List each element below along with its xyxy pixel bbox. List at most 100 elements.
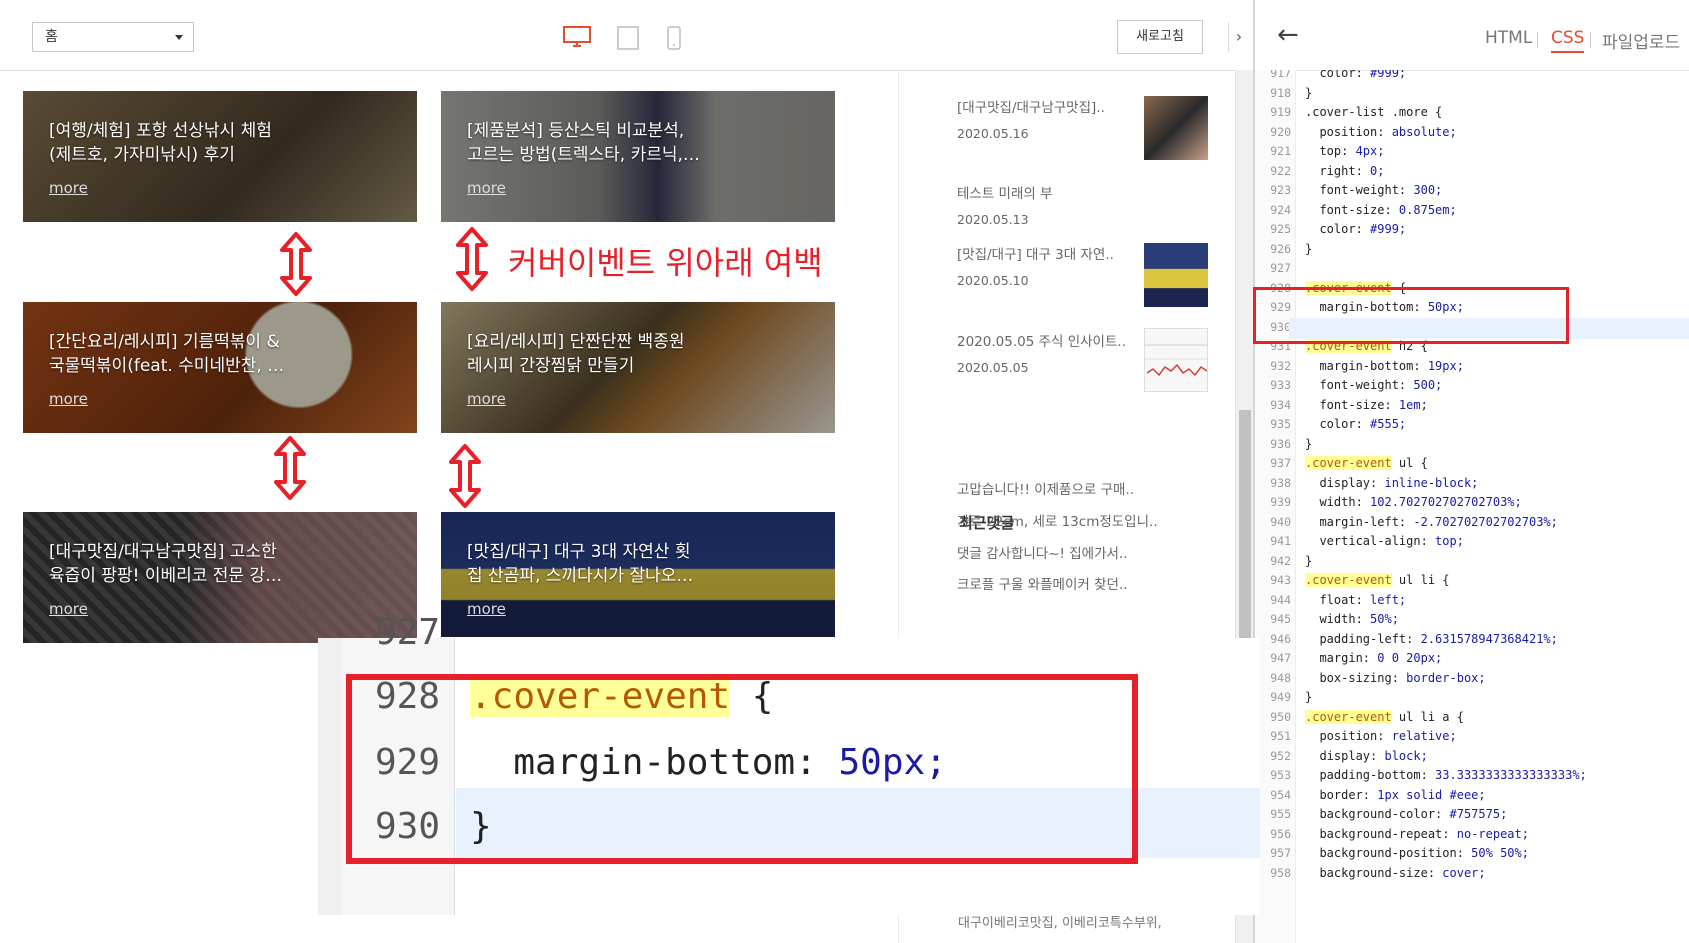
comment-item[interactable]: 크로플 구울 와플메이커 찾던.. — [957, 573, 1128, 593]
code-line[interactable]: position: relative; — [1305, 729, 1456, 743]
code-line[interactable]: background-color: #757575; — [1305, 807, 1507, 821]
cover-event-card[interactable]: [제품분석] 등산스틱 비교분석, 고르는 방법(트렉스타, 카르닉,… more — [441, 91, 835, 222]
line-number: 922 — [1270, 163, 1291, 178]
zoom-line-number: 927 — [374, 612, 440, 653]
line-number: 947 — [1270, 651, 1291, 665]
line-number: 953 — [1270, 768, 1291, 782]
code-line[interactable]: color: #999; — [1305, 222, 1406, 236]
card-title: [요리/레시피] 단짠단짠 백종원 레시피 간장찜닭 만들기 — [467, 332, 685, 376]
post-thumbnail[interactable] — [1144, 328, 1208, 392]
card-more-link[interactable]: more — [49, 179, 88, 197]
code-line[interactable]: .cover-list .more { — [1305, 105, 1442, 119]
line-number: 919 — [1270, 105, 1291, 119]
line-number: 917 — [1270, 70, 1291, 80]
code-line[interactable]: .cover-event ul li { — [1305, 573, 1450, 587]
post-thumbnail[interactable] — [1144, 243, 1208, 307]
code-line[interactable]: box-sizing: border-box; — [1305, 671, 1485, 685]
card-title: [간단요리/레시피] 기름떡볶이 & 국물떡볶이(feat. 수미네반찬, … — [49, 332, 285, 376]
card-more-link[interactable]: more — [467, 600, 506, 618]
desktop-view-icon[interactable] — [563, 26, 591, 52]
code-line[interactable]: background-size: cover; — [1305, 866, 1485, 880]
line-number: 933 — [1270, 378, 1291, 392]
code-line[interactable]: margin-bottom: 19px; — [1305, 359, 1464, 373]
code-line[interactable]: } — [1305, 554, 1312, 568]
code-line[interactable]: right: 0; — [1305, 164, 1384, 178]
line-number: 949 — [1270, 690, 1291, 704]
code-line[interactable]: width: 102.702702702702703%; — [1305, 495, 1521, 509]
card-more-link[interactable]: more — [49, 600, 88, 618]
highlight-box-small — [1253, 287, 1569, 344]
line-number: 940 — [1270, 514, 1291, 529]
card-more-link[interactable]: more — [49, 390, 88, 408]
cover-event-card[interactable]: [맛집/대구] 대구 3대 자연산 횟집 산곰파, 스끼다시가 잘나오… mor… — [441, 512, 835, 637]
page-select-value: 홈 — [45, 29, 58, 45]
card-title: [대구맛집/대구남구맛집] 고소한 육즙이 팡팡! 이베리코 전문 강… — [49, 542, 283, 586]
code-line[interactable]: } — [1305, 437, 1312, 451]
code-line[interactable]: border: 1px solid #eee; — [1305, 788, 1485, 802]
code-line[interactable]: float: left; — [1305, 593, 1406, 607]
code-line[interactable]: font-size: 0.875em; — [1305, 203, 1456, 217]
cover-event-card[interactable]: [여행/체험] 포항 선상낚시 체험 (제트호, 가자미낚시) 후기 more — [23, 91, 417, 222]
line-number: 956 — [1270, 826, 1291, 841]
comment-item[interactable]: 가로 22cm, 세로 13cm정도입니.. — [957, 510, 1158, 530]
line-number: 945 — [1270, 612, 1291, 626]
code-line[interactable]: display: block; — [1305, 749, 1427, 763]
back-arrow-icon[interactable]: ← — [1277, 20, 1299, 50]
css-editor-pane: ← HTML CSS 파일업로드 917 918 919 920 921 922 923 92… — [1253, 0, 1689, 943]
code-line[interactable]: color: #999; — [1305, 70, 1406, 80]
recent-post-item[interactable]: 테스트 미래의 부 2020.05.13 — [957, 182, 1227, 227]
code-line[interactable]: } — [1305, 242, 1312, 256]
editor-header: ← HTML CSS 파일업로드 — [1255, 0, 1689, 71]
comment-item[interactable]: 댓글 감사합니다~! 집에가서.. — [957, 542, 1128, 562]
page-select[interactable]: 홈 — [32, 22, 194, 52]
mobile-view-icon[interactable] — [667, 26, 681, 54]
line-number-gutter: 917 918 919 920 921 922 923 924 925 926 927 928 929 9… — [1255, 70, 1296, 943]
comment-item[interactable]: 고맙습니다!! 이제품으로 구매.. — [957, 478, 1134, 498]
card-more-link[interactable]: more — [467, 179, 506, 197]
collapse-editor-button[interactable]: › — [1228, 22, 1249, 52]
code-line[interactable]: font-size: 1em; — [1305, 398, 1427, 412]
line-number: 958 — [1270, 865, 1291, 880]
line-number: 939 — [1270, 495, 1291, 509]
card-more-link[interactable]: more — [467, 390, 506, 408]
line-number: 951 — [1270, 729, 1291, 743]
code-line[interactable]: top: 4px; — [1305, 144, 1384, 158]
code-line[interactable]: color: #555; — [1305, 417, 1406, 431]
code-line[interactable]: .cover-event ul { — [1305, 456, 1428, 470]
tab-css[interactable]: CSS — [1551, 28, 1585, 53]
code-line[interactable]: background-repeat: no-repeat; — [1305, 827, 1529, 841]
tab-html[interactable]: HTML — [1485, 28, 1532, 48]
line-number: 935 — [1270, 417, 1291, 431]
tab-file-upload[interactable]: 파일업로드 — [1602, 28, 1680, 53]
code-line[interactable]: font-weight: 300; — [1305, 183, 1442, 197]
line-number: 943 — [1270, 573, 1291, 587]
code-line[interactable]: .cover-event ul li a { — [1305, 709, 1464, 724]
code-line[interactable]: width: 50%; — [1305, 612, 1399, 626]
line-number: 927 — [1270, 261, 1291, 275]
code-line[interactable]: background-position: 50% 50%; — [1305, 846, 1529, 860]
refresh-button[interactable]: 새로고침 — [1117, 20, 1203, 54]
code-line[interactable]: display: inline-block; — [1305, 476, 1478, 490]
cover-event-card[interactable]: [간단요리/레시피] 기름떡볶이 & 국물떡볶이(feat. 수미네반찬, … m… — [23, 302, 417, 433]
code-editor[interactable]: 917 918 919 920 921 922 923 924 925 926 927 928 929 9… — [1255, 70, 1689, 943]
line-number: 936 — [1270, 436, 1291, 451]
code-line[interactable]: } — [1305, 690, 1312, 704]
line-number: 937 — [1270, 456, 1291, 470]
line-number: 957 — [1270, 846, 1291, 860]
code-line[interactable]: font-weight: 500; — [1305, 378, 1442, 392]
line-number: 918 — [1270, 85, 1291, 100]
cover-event-card[interactable]: [요리/레시피] 단짠단짠 백종원 레시피 간장찜닭 만들기 more — [441, 302, 835, 433]
tablet-view-icon[interactable] — [617, 26, 639, 54]
chevron-down-icon — [175, 35, 183, 40]
double-arrow-icon — [274, 436, 306, 500]
line-number: 934 — [1270, 397, 1291, 412]
code-line[interactable]: vertical-align: top; — [1305, 534, 1464, 548]
line-number: 924 — [1270, 202, 1291, 217]
post-thumbnail[interactable] — [1144, 96, 1208, 160]
code-line[interactable]: padding-bottom: 33.3333333333333333%; — [1305, 768, 1586, 782]
code-line[interactable]: position: absolute; — [1305, 125, 1456, 139]
code-line[interactable]: margin: 0 0 20px; — [1305, 651, 1442, 665]
code-line[interactable]: margin-left: -2.702702702702703%; — [1305, 515, 1557, 529]
code-line[interactable]: } — [1305, 86, 1312, 100]
code-line[interactable]: padding-left: 2.631578947368421%; — [1305, 632, 1557, 646]
